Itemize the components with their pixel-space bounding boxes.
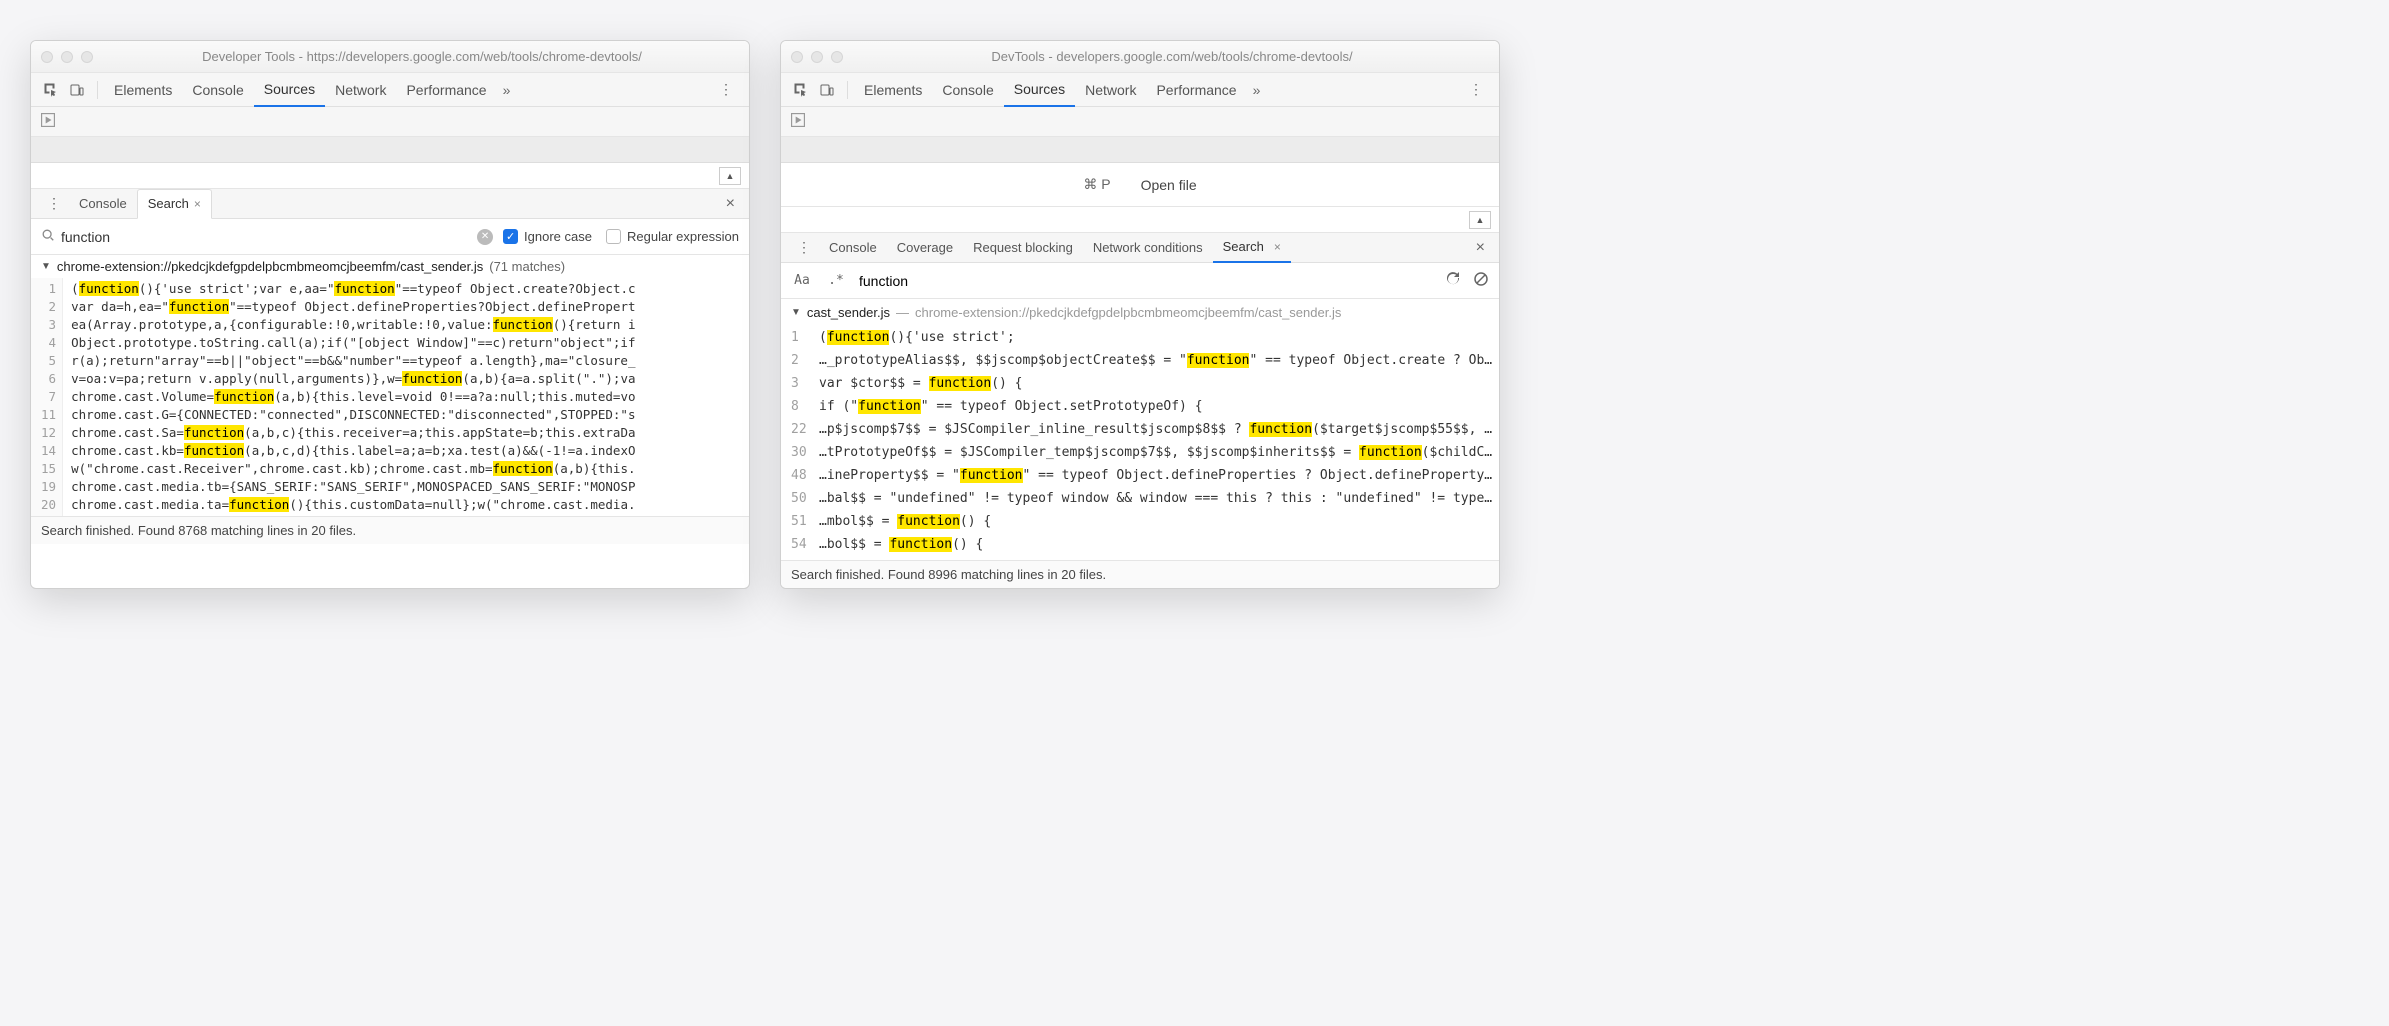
debugger-toolbar — [781, 107, 1499, 137]
result-file-url: chrome-extension://pkedcjkdefgpdelpbcmbm… — [57, 259, 483, 274]
file-url: chrome-extension://pkedcjkdefgpdelpbcmbm… — [915, 305, 1341, 320]
tab-elements[interactable]: Elements — [854, 73, 932, 107]
regex-label: Regular expression — [627, 229, 739, 244]
search-options: ✓ Ignore case Regular expression — [503, 229, 739, 244]
drawer-tab-search-label: Search — [148, 196, 189, 211]
result-file-header[interactable]: ▼ cast_sender.js — chrome-extension://pk… — [781, 299, 1499, 326]
inspect-icon[interactable] — [789, 78, 813, 102]
caret-down-icon: ▼ — [41, 261, 51, 272]
search-input[interactable] — [61, 229, 471, 245]
inspect-icon[interactable] — [39, 78, 63, 102]
drawer-tab-console[interactable]: Console — [69, 189, 137, 219]
titlebar: Developer Tools - https://developers.goo… — [31, 41, 749, 73]
tab-sources[interactable]: Sources — [1004, 73, 1075, 107]
blank-strip: ▲ — [31, 163, 749, 189]
divider — [847, 81, 848, 99]
titlebar: DevTools - developers.google.com/web/too… — [781, 41, 1499, 73]
search-results-code[interactable]: 1(function(){'use strict';2…_prototypeAl… — [781, 326, 1499, 560]
tab-performance[interactable]: Performance — [1146, 73, 1246, 107]
tab-network[interactable]: Network — [1075, 73, 1146, 107]
zoom-dot[interactable] — [831, 51, 843, 63]
search-results-code: 1234567111214151920 (function(){'use str… — [31, 278, 749, 516]
menu-kebab-icon[interactable]: ⋮ — [711, 81, 741, 98]
tab-elements[interactable]: Elements — [104, 73, 182, 107]
close-dot[interactable] — [41, 51, 53, 63]
drawer-tab-search[interactable]: Search × — [137, 189, 212, 219]
file-name: cast_sender.js — [807, 305, 890, 320]
drawer-close-icon[interactable]: × — [720, 195, 741, 213]
tab-console[interactable]: Console — [932, 73, 1003, 107]
drawer-tab-console[interactable]: Console — [819, 233, 887, 263]
close-icon[interactable]: × — [1274, 240, 1281, 254]
search-row: Aa .* — [781, 263, 1499, 299]
expand-up-icon[interactable]: ▲ — [1469, 211, 1491, 229]
close-icon[interactable]: × — [194, 197, 201, 211]
drawer-tabs: ⋮ Console Coverage Request blocking Netw… — [781, 233, 1499, 263]
open-file-hint: ⌘ P Open file — [781, 163, 1499, 207]
tab-console[interactable]: Console — [182, 73, 253, 107]
search-input[interactable] — [859, 273, 1433, 289]
divider — [97, 81, 98, 99]
more-tabs-icon[interactable]: » — [1247, 82, 1267, 98]
search-field: ✕ — [41, 228, 493, 245]
match-count: (71 matches) — [489, 259, 565, 274]
devtools-window-right: DevTools - developers.google.com/web/too… — [780, 40, 1500, 589]
window-controls — [41, 51, 93, 63]
drawer-tab-network-conditions[interactable]: Network conditions — [1083, 233, 1213, 263]
drawer-menu-icon[interactable]: ⋮ — [39, 195, 69, 212]
drawer-close-icon[interactable]: × — [1470, 239, 1491, 257]
debugger-toolbar — [31, 107, 749, 137]
status-bar: Search finished. Found 8768 matching lin… — [31, 516, 749, 544]
search-row: ✕ ✓ Ignore case Regular expression — [31, 219, 749, 255]
clear-search-icon[interactable]: ✕ — [477, 229, 493, 245]
window-title: Developer Tools - https://developers.goo… — [105, 49, 739, 64]
ignore-case-checkbox[interactable]: ✓ Ignore case — [503, 229, 592, 244]
cmd-p-shortcut: ⌘ P — [1083, 176, 1110, 193]
drawer-tab-coverage[interactable]: Coverage — [887, 233, 963, 263]
drawer-tab-request-blocking[interactable]: Request blocking — [963, 233, 1083, 263]
top-tabs: Elements Console Sources Network Perform… — [781, 73, 1499, 107]
device-toggle-icon[interactable] — [65, 78, 89, 102]
minimize-dot[interactable] — [61, 51, 73, 63]
editor-area-placeholder — [31, 137, 749, 163]
line-gutter: 1234567111214151920 — [31, 278, 63, 516]
tab-performance[interactable]: Performance — [396, 73, 496, 107]
match-case-toggle[interactable]: Aa — [791, 273, 813, 288]
drawer-tabs: ⋮ Console Search × × — [31, 189, 749, 219]
status-bar: Search finished. Found 8996 matching lin… — [781, 560, 1499, 588]
resume-icon[interactable] — [791, 113, 805, 130]
ignore-case-label: Ignore case — [524, 229, 592, 244]
code-lines[interactable]: (function(){'use strict';var e,aa="funct… — [63, 278, 635, 516]
close-dot[interactable] — [791, 51, 803, 63]
top-tabs: Elements Console Sources Network Perform… — [31, 73, 749, 107]
window-controls — [791, 51, 843, 63]
open-file-label: Open file — [1141, 177, 1197, 193]
drawer-menu-icon[interactable]: ⋮ — [789, 239, 819, 256]
checkbox-checked-icon: ✓ — [503, 229, 518, 244]
tab-sources[interactable]: Sources — [254, 73, 325, 107]
refresh-icon[interactable] — [1445, 271, 1461, 290]
editor-area-placeholder — [781, 137, 1499, 163]
expand-up-icon[interactable]: ▲ — [719, 167, 741, 185]
caret-down-icon: ▼ — [791, 307, 801, 318]
clear-icon[interactable] — [1473, 271, 1489, 290]
drawer-tab-search[interactable]: Search × — [1213, 233, 1291, 263]
more-tabs-icon[interactable]: » — [497, 82, 517, 98]
zoom-dot[interactable] — [81, 51, 93, 63]
search-icon — [41, 228, 55, 245]
devtools-window-left: Developer Tools - https://developers.goo… — [30, 40, 750, 589]
result-file-header[interactable]: ▼ chrome-extension://pkedcjkdefgpdelpbcm… — [31, 255, 749, 278]
window-title: DevTools - developers.google.com/web/too… — [855, 49, 1489, 64]
device-toggle-icon[interactable] — [815, 78, 839, 102]
minimize-dot[interactable] — [811, 51, 823, 63]
tab-network[interactable]: Network — [325, 73, 396, 107]
blank-strip: ▲ — [781, 207, 1499, 233]
drawer-tab-search-label: Search — [1223, 239, 1264, 254]
file-sep: — — [896, 305, 909, 320]
regex-toggle[interactable]: .* — [825, 273, 847, 288]
menu-kebab-icon[interactable]: ⋮ — [1461, 81, 1491, 98]
resume-icon[interactable] — [41, 113, 55, 130]
checkbox-icon — [606, 229, 621, 244]
regex-checkbox[interactable]: Regular expression — [606, 229, 739, 244]
